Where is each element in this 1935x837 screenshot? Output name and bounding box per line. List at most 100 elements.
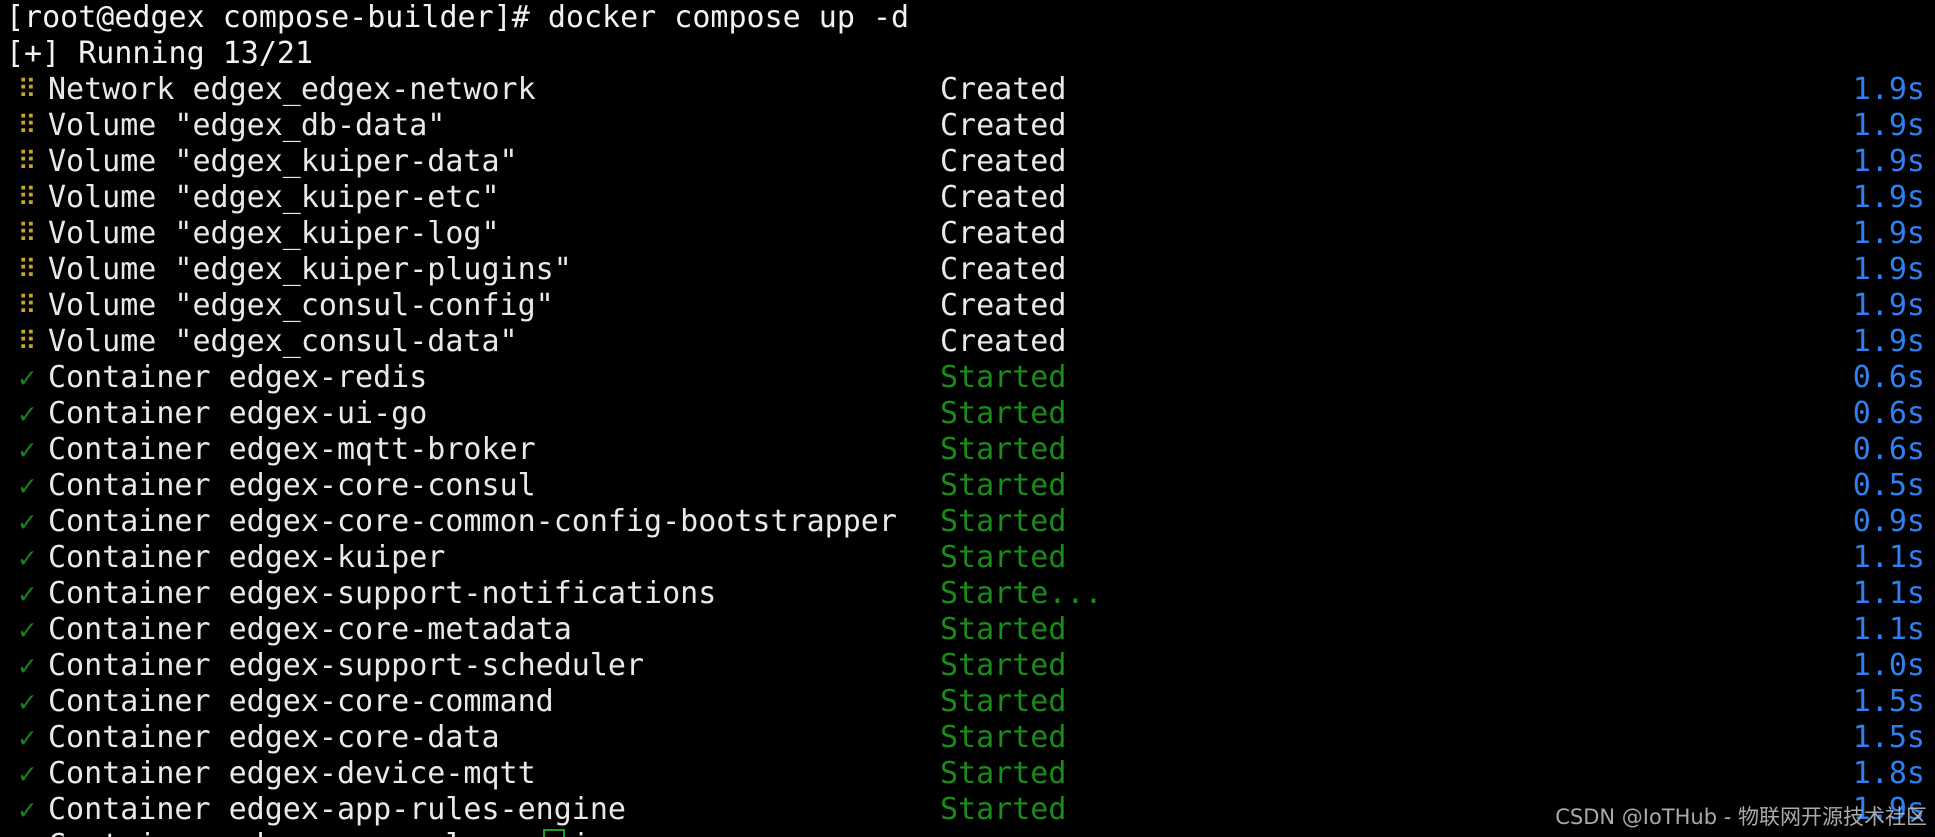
terminal-window: [root@edgex compose-builder]# docker com… <box>0 0 1935 837</box>
service-status: Created <box>940 288 1067 323</box>
service-elapsed-time: 1.0s <box>1852 648 1925 683</box>
service-elapsed-time: 1.1s <box>1852 576 1925 611</box>
spinner-dots-icon: ⠿ <box>17 111 37 141</box>
service-status: Created <box>940 252 1067 287</box>
spinner-dots-icon: ⠿ <box>17 219 37 249</box>
service-status: Created <box>940 180 1067 215</box>
service-name: Volume "edgex_kuiper-log" <box>48 216 500 251</box>
compose-service-row: ✓ Container edgex-core-consul Started 0.5s <box>0 468 1935 504</box>
service-status: Created <box>940 108 1067 143</box>
service-name: Container edgex-device-mqtt <box>48 756 536 791</box>
spinner-dots-icon: ⠿ <box>17 255 37 285</box>
compose-service-row: ⠿ Volume "edgex_kuiper-log" Created 1.9s <box>0 216 1935 252</box>
service-status: Started <box>940 720 1067 755</box>
spinner-dots-icon: ⠿ <box>17 147 37 177</box>
service-name: Container edgex-kuiper <box>48 540 446 575</box>
service-name: Volume "edgex_kuiper-data" <box>48 144 518 179</box>
check-icon: ✓ <box>18 505 36 538</box>
service-elapsed-time: 1.9s <box>1852 108 1925 143</box>
check-icon: ✓ <box>18 541 36 574</box>
check-icon: ✓ <box>18 685 36 718</box>
service-elapsed-time: 1.5s <box>1852 684 1925 719</box>
spinner-dots-icon: ⠿ <box>17 291 37 321</box>
service-status: Created <box>940 72 1067 107</box>
shell-prompt-line: [root@edgex compose-builder]# docker com… <box>6 0 910 35</box>
compose-service-row: ⠿ Volume "edgex_kuiper-etc" Created 1.9s <box>0 180 1935 216</box>
service-name: Volume "edgex_db-data" <box>48 108 446 143</box>
compose-service-row: ✓ Container edgex-redis Started 0.6s <box>0 360 1935 396</box>
service-name: Container edgex-support-scheduler <box>48 648 645 683</box>
service-elapsed-time: 1.9s <box>1852 180 1925 215</box>
check-icon: ✓ <box>18 361 36 394</box>
compose-progress-header: [+] Running 13/21 <box>6 36 314 71</box>
service-elapsed-time: 1.9s <box>1852 144 1925 179</box>
service-name: Volume "edgex_consul-data" <box>48 324 518 359</box>
service-elapsed-time: 1.1s <box>1852 540 1925 575</box>
watermark-label: CSDN @IoTHub - 物联网开源技术社区 <box>1555 805 1927 829</box>
compose-service-row: ⠿ Volume "edgex_consul-data" Created 1.9s <box>0 324 1935 360</box>
check-icon: ✓ <box>18 433 36 466</box>
service-name: Container edgex-app-rules-engine <box>48 828 626 837</box>
compose-service-list: ⠿ Network edgex_edgex-network Created 1.9s ⠿… <box>0 72 1935 828</box>
service-status: Starte... <box>940 576 1103 611</box>
check-icon: ✓ <box>18 649 36 682</box>
compose-service-row: ✓ Container edgex-support-scheduler Starte… <box>0 648 1935 684</box>
service-elapsed-time: 1.1s <box>1852 612 1925 647</box>
service-elapsed-time: 1.9s <box>1852 324 1925 359</box>
service-status: Started <box>940 756 1067 791</box>
check-icon: ✓ <box>18 757 36 790</box>
service-name: Volume "edgex_kuiper-etc" <box>48 180 500 215</box>
service-status: Started <box>940 684 1067 719</box>
service-elapsed-time: 0.5s <box>1852 468 1925 503</box>
compose-service-row: ✓ Container edgex-core-metadata Started 1.1… <box>0 612 1935 648</box>
spinner-dots-icon: ⠿ <box>17 183 37 213</box>
check-icon: ✓ <box>18 397 36 430</box>
service-status: Started <box>940 396 1067 431</box>
service-name: Volume "edgex_consul-config" <box>48 288 554 323</box>
spinner-dots-icon: ⠿ <box>17 327 37 357</box>
service-status: Started <box>940 648 1067 683</box>
check-icon: ✓ <box>18 793 36 826</box>
check-icon: ✓ <box>18 613 36 646</box>
compose-service-row: ✓ Container edgex-core-common-config-boot… <box>0 504 1935 540</box>
compose-service-row: ✓ Container edgex-ui-go Started 0.6s <box>0 396 1935 432</box>
service-name: Network edgex_edgex-network <box>48 72 536 107</box>
service-name: Container edgex-redis <box>48 360 428 395</box>
compose-service-row: ⠿ Network edgex_edgex-network Created 1.9s <box>0 72 1935 108</box>
service-name: Container edgex-mqtt-broker <box>48 432 536 467</box>
service-status: Started <box>940 540 1067 575</box>
service-status: Created <box>940 144 1067 179</box>
service-elapsed-time: 0.6s <box>1852 432 1925 467</box>
service-name: Container edgex-core-data <box>48 720 500 755</box>
service-name: Volume "edgex_kuiper-plugins" <box>48 252 572 287</box>
compose-service-row: ⠿ Volume "edgex_db-data" Created 1.9s <box>0 108 1935 144</box>
check-icon: ✓ <box>18 469 36 502</box>
compose-service-row: ⠿ Volume "edgex_kuiper-data" Created 1.9s <box>0 144 1935 180</box>
compose-service-row: ✓ Container edgex-mqtt-broker Started 0.6s <box>0 432 1935 468</box>
check-icon: ✓ <box>18 721 36 754</box>
terminal-cursor <box>543 829 565 837</box>
spinner-dots-icon: ⠿ <box>17 75 37 105</box>
service-elapsed-time: 1.9s <box>1852 72 1925 107</box>
service-status: Started <box>940 468 1067 503</box>
service-name: Container edgex-core-command <box>48 684 554 719</box>
service-status: Created <box>940 216 1067 251</box>
service-name: Container edgex-core-common-config-boots… <box>48 504 897 539</box>
service-status: Created <box>940 324 1067 359</box>
service-elapsed-time: 1.9s <box>1852 216 1925 251</box>
service-name: Container edgex-app-rules-engine <box>48 792 626 827</box>
compose-service-row: ✓ Container edgex-core-command Started 1.5s <box>0 684 1935 720</box>
service-status: Started <box>940 792 1067 827</box>
compose-service-row: ⠿ Volume "edgex_kuiper-plugins" Created 1.9… <box>0 252 1935 288</box>
service-elapsed-time: 1.9s <box>1852 288 1925 323</box>
service-name: Container edgex-core-metadata <box>48 612 572 647</box>
service-name: Container edgex-core-consul <box>48 468 536 503</box>
service-elapsed-time: 0.9s <box>1852 504 1925 539</box>
service-status: Started <box>940 612 1067 647</box>
compose-service-row: ⠿ Volume "edgex_consul-config" Created 1.9s <box>0 288 1935 324</box>
service-elapsed-time: 0.6s <box>1852 360 1925 395</box>
compose-service-row: ✓ Container edgex-device-mqtt Started 1.8s <box>0 756 1935 792</box>
service-elapsed-time: 1.5s <box>1852 720 1925 755</box>
check-icon: ✓ <box>14 828 40 837</box>
compose-service-row: ✓ Container edgex-core-data Started 1.5s <box>0 720 1935 756</box>
